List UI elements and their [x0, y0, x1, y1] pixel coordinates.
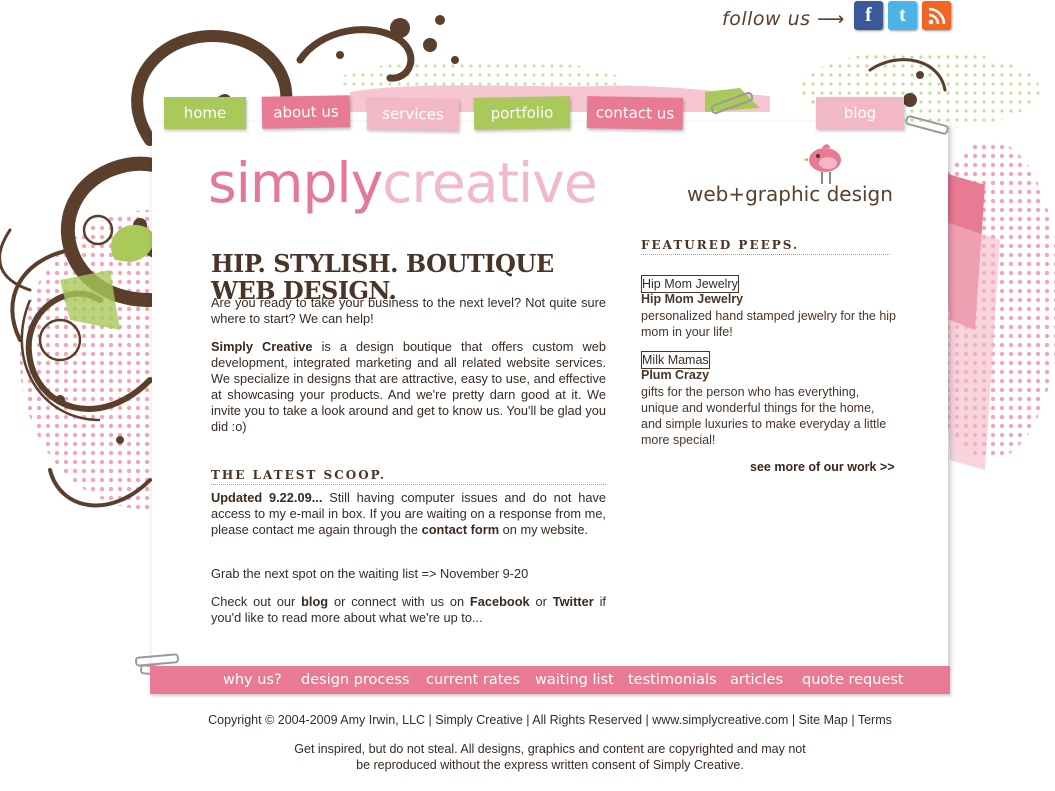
footer-notice-line2: be reproduced without the express writte… — [356, 758, 744, 772]
facebook-icon[interactable]: f — [854, 1, 883, 30]
logo-creative: creative — [382, 151, 597, 215]
bottom-nav-design-process[interactable]: design process — [301, 672, 409, 688]
site-logo[interactable]: simplycreative — [208, 148, 598, 218]
bottom-nav-current-rates[interactable]: current rates — [426, 672, 520, 688]
featured-title: Plum Crazy — [641, 368, 710, 382]
featured-title: Hip Mom Jewelry — [641, 292, 744, 306]
bottom-nav-waiting-list[interactable]: waiting list — [535, 672, 614, 688]
bottom-nav-quote-request[interactable]: quote request — [802, 672, 904, 688]
arrow-right-icon: ⟶ — [817, 8, 845, 30]
footer-notice-line1: Get inspired, but do not steal. All desi… — [294, 742, 806, 756]
update-text-end: on my website. — [499, 522, 588, 537]
twitter-link[interactable]: Twitter — [553, 594, 594, 609]
logo-simply: simply — [208, 151, 383, 215]
footer-copyright: Copyright © 2004-2009 Amy Irwin, LLC | S… — [208, 713, 892, 727]
update-date: Updated 9.22.09... — [211, 490, 323, 505]
featured-thumbnail[interactable]: Milk Mamas — [641, 351, 710, 369]
twitter-icon[interactable]: t — [888, 1, 917, 30]
bottom-nav-articles[interactable]: articles — [730, 672, 783, 688]
featured-description: personalized hand stamped jewelry for th… — [641, 309, 897, 339]
site-tagline: web+graphic design — [687, 182, 893, 206]
intro-paragraph: Are you ready to take your business to t… — [211, 295, 606, 326]
about-paragraph: Simply Creative is a design boutique tha… — [211, 339, 606, 435]
featured-description: gifts for the person who has everything,… — [641, 385, 887, 447]
bottom-nav-why-us[interactable]: why us? — [223, 672, 282, 688]
footer-notice: Get inspired, but do not steal. All desi… — [0, 741, 1055, 773]
nav-contact-us[interactable]: contact us — [586, 96, 684, 130]
featured-thumbnail[interactable]: Hip Mom Jewelry — [641, 275, 739, 293]
blog-link[interactable]: blog — [301, 594, 328, 609]
nav-portfolio[interactable]: portfolio — [473, 96, 571, 130]
facebook-link[interactable]: Facebook — [470, 594, 530, 609]
scoop-update-paragraph: Updated 9.22.09... Still having computer… — [211, 490, 606, 538]
connect-text: or connect with us on — [328, 594, 470, 609]
featured-peeps-heading: FEATURED PEEPS. — [641, 238, 890, 255]
connect-text: or — [529, 594, 553, 609]
follow-us-label: follow us ⟶ — [722, 8, 845, 30]
rss-glyph — [928, 7, 945, 24]
connect-paragraph: Check out our blog or connect with us on… — [211, 594, 606, 626]
waiting-list-paragraph: Grab the next spot on the waiting list =… — [211, 566, 529, 581]
see-more-work-link[interactable]: see more of our work >> — [750, 460, 895, 474]
nav-services[interactable]: services — [366, 97, 460, 131]
contact-form-link[interactable]: contact form — [422, 522, 500, 537]
nav-about-us[interactable]: about us — [261, 95, 351, 129]
bottom-nav-testimonials[interactable]: testimonials — [628, 672, 717, 688]
nav-home[interactable]: home — [164, 97, 246, 129]
latest-scoop-heading: THE LATEST SCOOP. — [211, 468, 606, 485]
nav-blog[interactable]: blog — [816, 97, 904, 129]
follow-us-text: follow us — [722, 8, 811, 30]
rss-icon[interactable] — [922, 1, 951, 30]
connect-text: Check out our — [211, 594, 302, 609]
brand-name-bold: Simply Creative — [211, 339, 313, 354]
